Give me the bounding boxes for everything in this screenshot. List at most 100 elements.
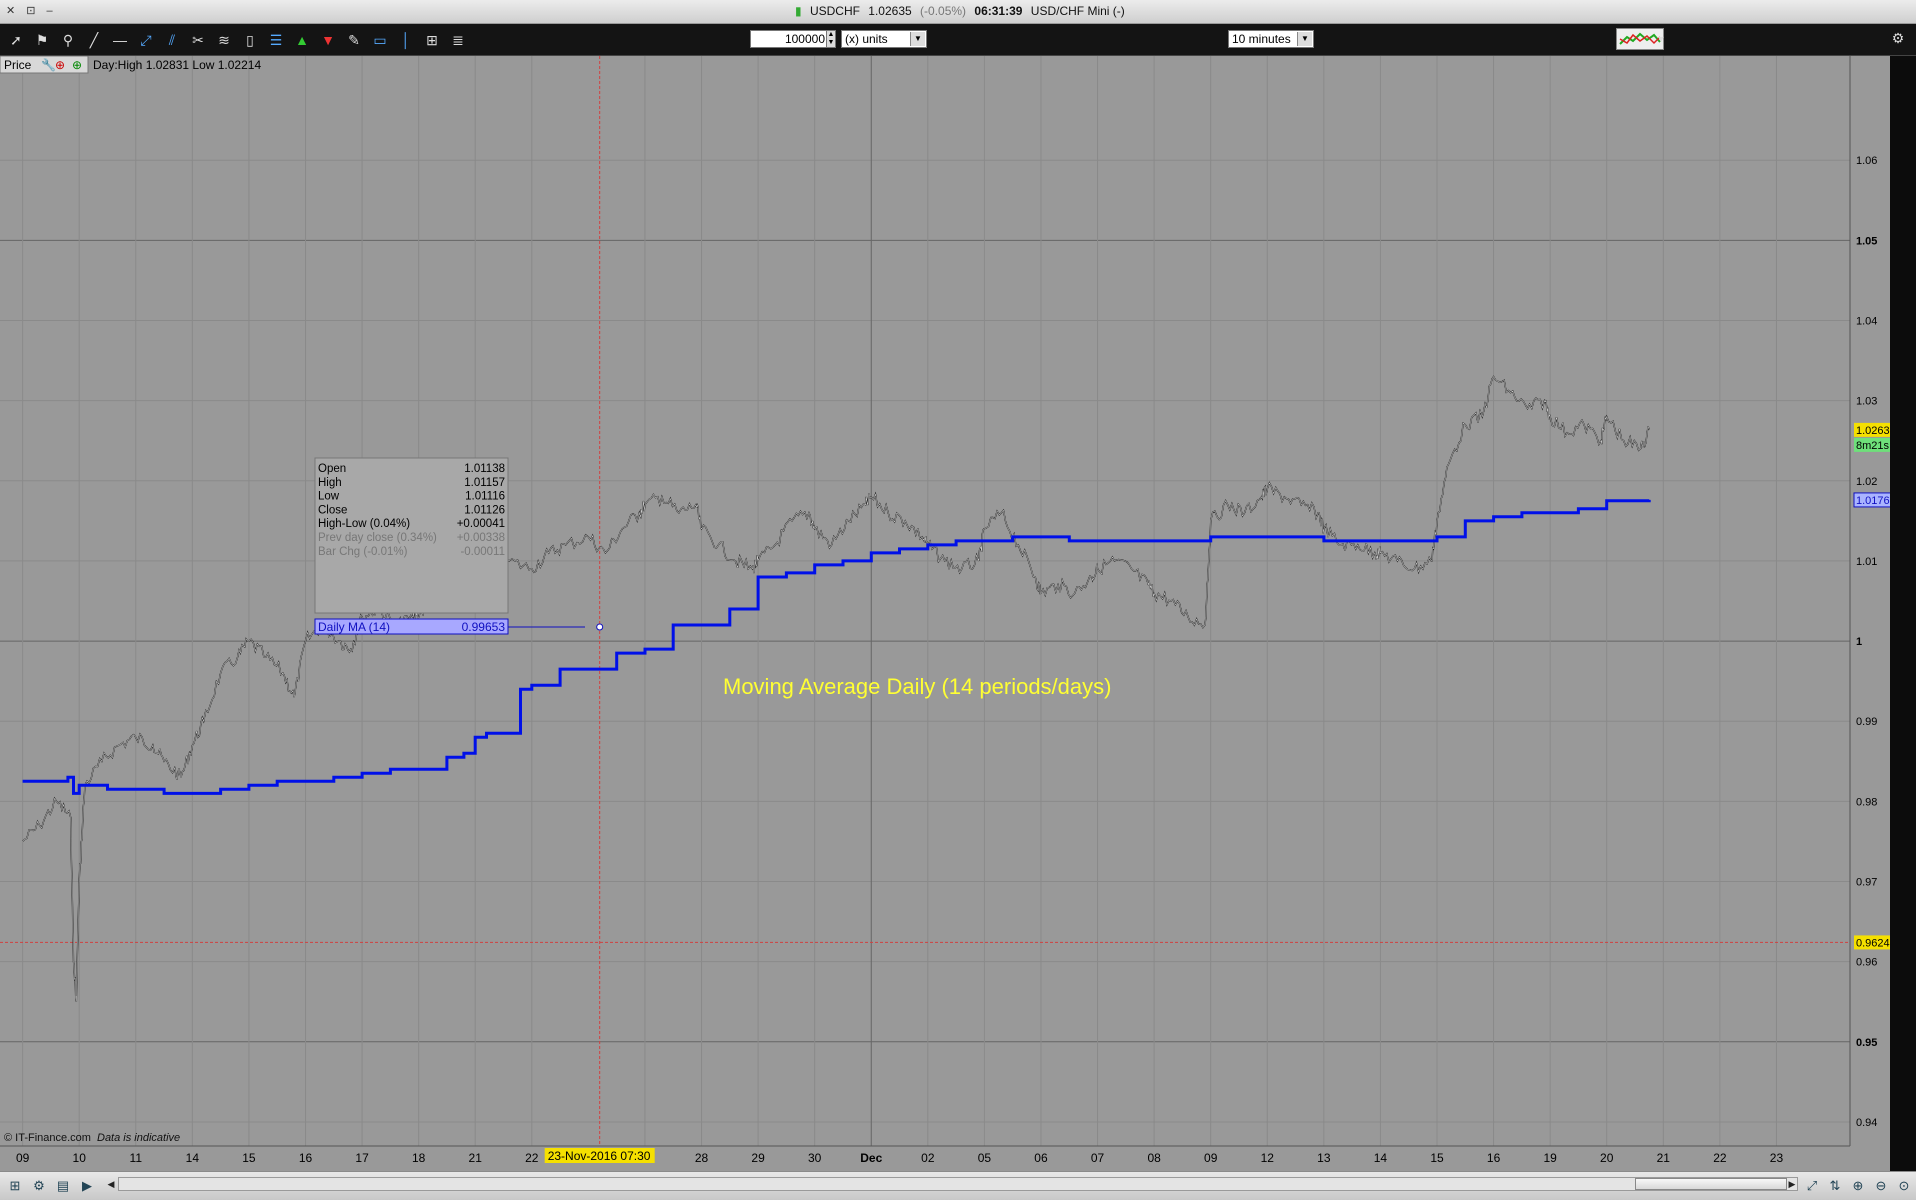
y-tick-label: 1.03 bbox=[1856, 396, 1877, 408]
y-tick-label: 0.94 bbox=[1856, 1117, 1877, 1129]
x-tick-label: 07 bbox=[1091, 1151, 1105, 1165]
quantity-stepper[interactable]: ▲ ▼ bbox=[826, 30, 836, 48]
title-change: (-0.05%) bbox=[920, 4, 967, 18]
x-tick-label: 22 bbox=[1713, 1151, 1727, 1165]
chart-annotation[interactable]: Moving Average Daily (14 periods/days) bbox=[723, 674, 1111, 699]
x-tick-label: 11 bbox=[130, 1151, 143, 1165]
tooltip-value: 1.01138 bbox=[464, 463, 505, 475]
y-axis: 0.94 0.95 0.96 0.97 0.98 0.99 1 1.01 1.02 1.03 1.0… bbox=[1849, 56, 1890, 1171]
title-symbol[interactable]: USDCHF bbox=[810, 4, 860, 18]
y-tick-label: 0.99 bbox=[1856, 716, 1877, 728]
x-tick-label: 28 bbox=[695, 1151, 709, 1165]
zoom-icon[interactable]: ⚲ bbox=[58, 30, 78, 50]
gann-icon[interactable]: ≣ bbox=[448, 30, 468, 50]
zoom-out-icon[interactable]: ⊖ bbox=[1872, 1177, 1890, 1195]
tooltip-value: +0.00338 bbox=[457, 532, 505, 544]
add-icon[interactable]: ⊕ bbox=[72, 58, 82, 72]
tooltip-label: Prev day close (0.34%) bbox=[318, 532, 437, 544]
x-tick-label: 05 bbox=[978, 1151, 992, 1165]
x-tick-label: 23 bbox=[1770, 1151, 1784, 1165]
x-tick-label: 21 bbox=[469, 1151, 483, 1165]
indicators-icon[interactable]: ⚙ bbox=[30, 1177, 48, 1195]
price-panel-label: Price bbox=[4, 58, 32, 72]
copyright-text: © IT-Finance.com bbox=[4, 1132, 91, 1144]
tooltip-value: 1.01126 bbox=[464, 504, 505, 516]
fit-icon[interactable]: ⤢ bbox=[1803, 1177, 1821, 1195]
y-tick-label: 1.02 bbox=[1856, 476, 1877, 488]
y-axis-background bbox=[1850, 56, 1890, 1171]
countdown-label: 8m21s bbox=[1856, 440, 1890, 452]
y-tick-label: 1 bbox=[1856, 636, 1862, 648]
cursor-date-label: 23-Nov-2016 07:30 bbox=[548, 1149, 651, 1163]
x-tick-label: 02 bbox=[921, 1151, 935, 1165]
chevron-down-icon: ▼ bbox=[1297, 32, 1312, 46]
wrench-icon[interactable]: 🔧 bbox=[41, 57, 56, 72]
remove-icon[interactable]: ⊕ bbox=[55, 58, 65, 72]
price-chart[interactable]: 0.94 0.95 0.96 0.97 0.98 0.99 1 1.01 1.02 1.03 1.0… bbox=[0, 56, 1890, 1171]
x-tick-label: 30 bbox=[808, 1151, 822, 1165]
interval-value: 10 minutes bbox=[1232, 32, 1291, 46]
y-tick-label: 1.04 bbox=[1856, 315, 1877, 327]
trend-icon[interactable]: ⤢ bbox=[136, 30, 156, 50]
tooltip-label: High bbox=[318, 477, 342, 489]
tooltip-label: Open bbox=[318, 463, 346, 475]
templates-icon[interactable]: ▤ bbox=[54, 1177, 72, 1195]
tooltip-value: +0.00041 bbox=[457, 518, 505, 530]
scroll-right-arrow[interactable]: ▶ bbox=[1786, 1177, 1798, 1191]
ma-value-label: 1.01761 bbox=[1856, 495, 1890, 507]
line-icon[interactable]: ╱ bbox=[84, 30, 104, 50]
y-tick-label: 0.98 bbox=[1856, 796, 1877, 808]
x-tick-label: 18 bbox=[412, 1151, 426, 1165]
fan-icon[interactable]: ≋ bbox=[214, 30, 234, 50]
tooltip-label: Close bbox=[318, 504, 347, 516]
chevron-down-icon[interactable]: ▼ bbox=[1655, 28, 1667, 50]
ma-tooltip-value: 0.99653 bbox=[462, 620, 506, 634]
vertical-line-icon[interactable]: │ bbox=[396, 30, 416, 50]
tooltip-value: 1.01116 bbox=[465, 491, 505, 503]
interval-select[interactable]: 10 minutes ▼ bbox=[1228, 30, 1314, 48]
layout-icon[interactable]: ⊞ bbox=[6, 1177, 24, 1195]
x-tick-label: 14 bbox=[1374, 1151, 1388, 1165]
pen-icon[interactable]: ✎ bbox=[344, 30, 364, 50]
units-select[interactable]: (x) units ▼ bbox=[841, 30, 927, 48]
x-tick-label: 15 bbox=[1430, 1151, 1444, 1165]
bell-icon[interactable]: ⚑ bbox=[32, 30, 52, 50]
horizontal-line-icon[interactable]: — bbox=[110, 30, 130, 50]
bar-info-tooltip: Open 1.01138 High 1.01157 Low 1.01116 Close 1.0… bbox=[314, 457, 509, 614]
scroll-left-arrow[interactable]: ◀ bbox=[105, 1177, 117, 1191]
trash-icon[interactable]: ▯ bbox=[240, 30, 260, 50]
window-controls[interactable]: ✕ ⊡ – bbox=[6, 4, 57, 17]
title-price: 1.02635 bbox=[868, 4, 912, 18]
cursor-icon[interactable]: ➚ bbox=[6, 30, 26, 50]
y-tick-label: 1.01 bbox=[1856, 556, 1877, 568]
sell-arrow-icon[interactable]: ▼ bbox=[318, 30, 338, 50]
drawing-tools: ➚ ⚑ ⚲ ╱ — ⤢ ⫽ ✂ ≋ ▯ ☰ ▲ ▼ ✎ ▭ │ ⊞ ≣ bbox=[6, 30, 468, 50]
chart-settings-icon[interactable]: ⚙ bbox=[1888, 30, 1908, 50]
symbol-chart-icon: ▮ bbox=[795, 4, 802, 18]
disclaimer-text: Data is indicative bbox=[97, 1132, 180, 1144]
play-icon[interactable]: ▶ bbox=[78, 1177, 96, 1195]
time-scrollbar-thumb[interactable] bbox=[1635, 1178, 1787, 1190]
rectangle-icon[interactable]: ▭ bbox=[370, 30, 390, 50]
x-tick-label: 12 bbox=[1261, 1151, 1275, 1165]
x-tick-label: 15 bbox=[242, 1151, 256, 1165]
ruler-icon[interactable]: ⊞ bbox=[422, 30, 442, 50]
channel-icon[interactable]: ☰ bbox=[266, 30, 286, 50]
tools-icon[interactable]: ✂ bbox=[188, 30, 208, 50]
chevron-down-icon: ▼ bbox=[910, 32, 925, 46]
zoom-reset-icon[interactable]: ⊙ bbox=[1895, 1177, 1913, 1195]
time-scrollbar[interactable] bbox=[118, 1177, 1798, 1191]
x-tick-label: 21 bbox=[1657, 1151, 1671, 1165]
quantity-input[interactable]: 100000 bbox=[750, 30, 830, 48]
y-tick-label: 0.97 bbox=[1856, 877, 1877, 889]
tooltip-label: Bar Chg (-0.01%) bbox=[318, 546, 408, 558]
x-tick-label: 13 bbox=[1317, 1151, 1331, 1165]
scale-icon[interactable]: ⇅ bbox=[1826, 1177, 1844, 1195]
x-tick-label: 16 bbox=[1487, 1151, 1501, 1165]
buy-arrow-icon[interactable]: ▲ bbox=[292, 30, 312, 50]
zoom-in-icon[interactable]: ⊕ bbox=[1849, 1177, 1867, 1195]
x-tick-label: 20 bbox=[1600, 1151, 1614, 1165]
chart-toolbar: ➚ ⚑ ⚲ ╱ — ⤢ ⫽ ✂ ≋ ▯ ☰ ▲ ▼ ✎ ▭ │ ⊞ ≣ 1000… bbox=[0, 24, 1916, 56]
fib-icon[interactable]: ⫽ bbox=[162, 30, 182, 50]
x-tick-label: 14 bbox=[186, 1151, 200, 1165]
